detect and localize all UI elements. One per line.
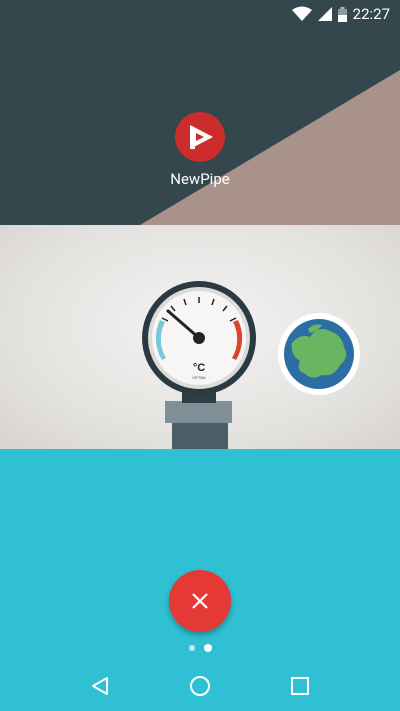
cell-signal-icon	[317, 7, 332, 21]
close-icon	[192, 593, 208, 609]
home-button[interactable]	[180, 666, 220, 706]
newpipe-app-shortcut[interactable]	[170, 112, 230, 166]
back-icon	[92, 676, 108, 695]
back-button[interactable]	[80, 666, 120, 706]
wifi-icon	[291, 6, 312, 21]
europe-globe-icon	[278, 313, 360, 395]
status-clock: 22:27	[352, 5, 390, 23]
pager-indicator	[0, 644, 400, 652]
close-button[interactable]	[169, 570, 231, 632]
app-label: NewPipe	[170, 170, 230, 188]
pager-dot-active[interactable]	[203, 644, 212, 652]
newpipe-app-icon	[175, 112, 225, 162]
gauge-unit-label: °C	[193, 362, 205, 374]
gauge-globe-illustration: °C OFTBA	[142, 281, 360, 449]
pager-dot[interactable]	[188, 645, 195, 651]
status-bar: 22:27	[0, 0, 400, 26]
gauge-brand-label: OFTBA	[192, 375, 206, 380]
onboarding-illustration: °C OFTBA	[0, 225, 400, 449]
navigation-bar	[0, 660, 400, 711]
battery-icon	[337, 6, 347, 22]
recents-button[interactable]	[280, 666, 320, 706]
recents-icon	[291, 676, 309, 695]
home-icon	[190, 675, 210, 696]
